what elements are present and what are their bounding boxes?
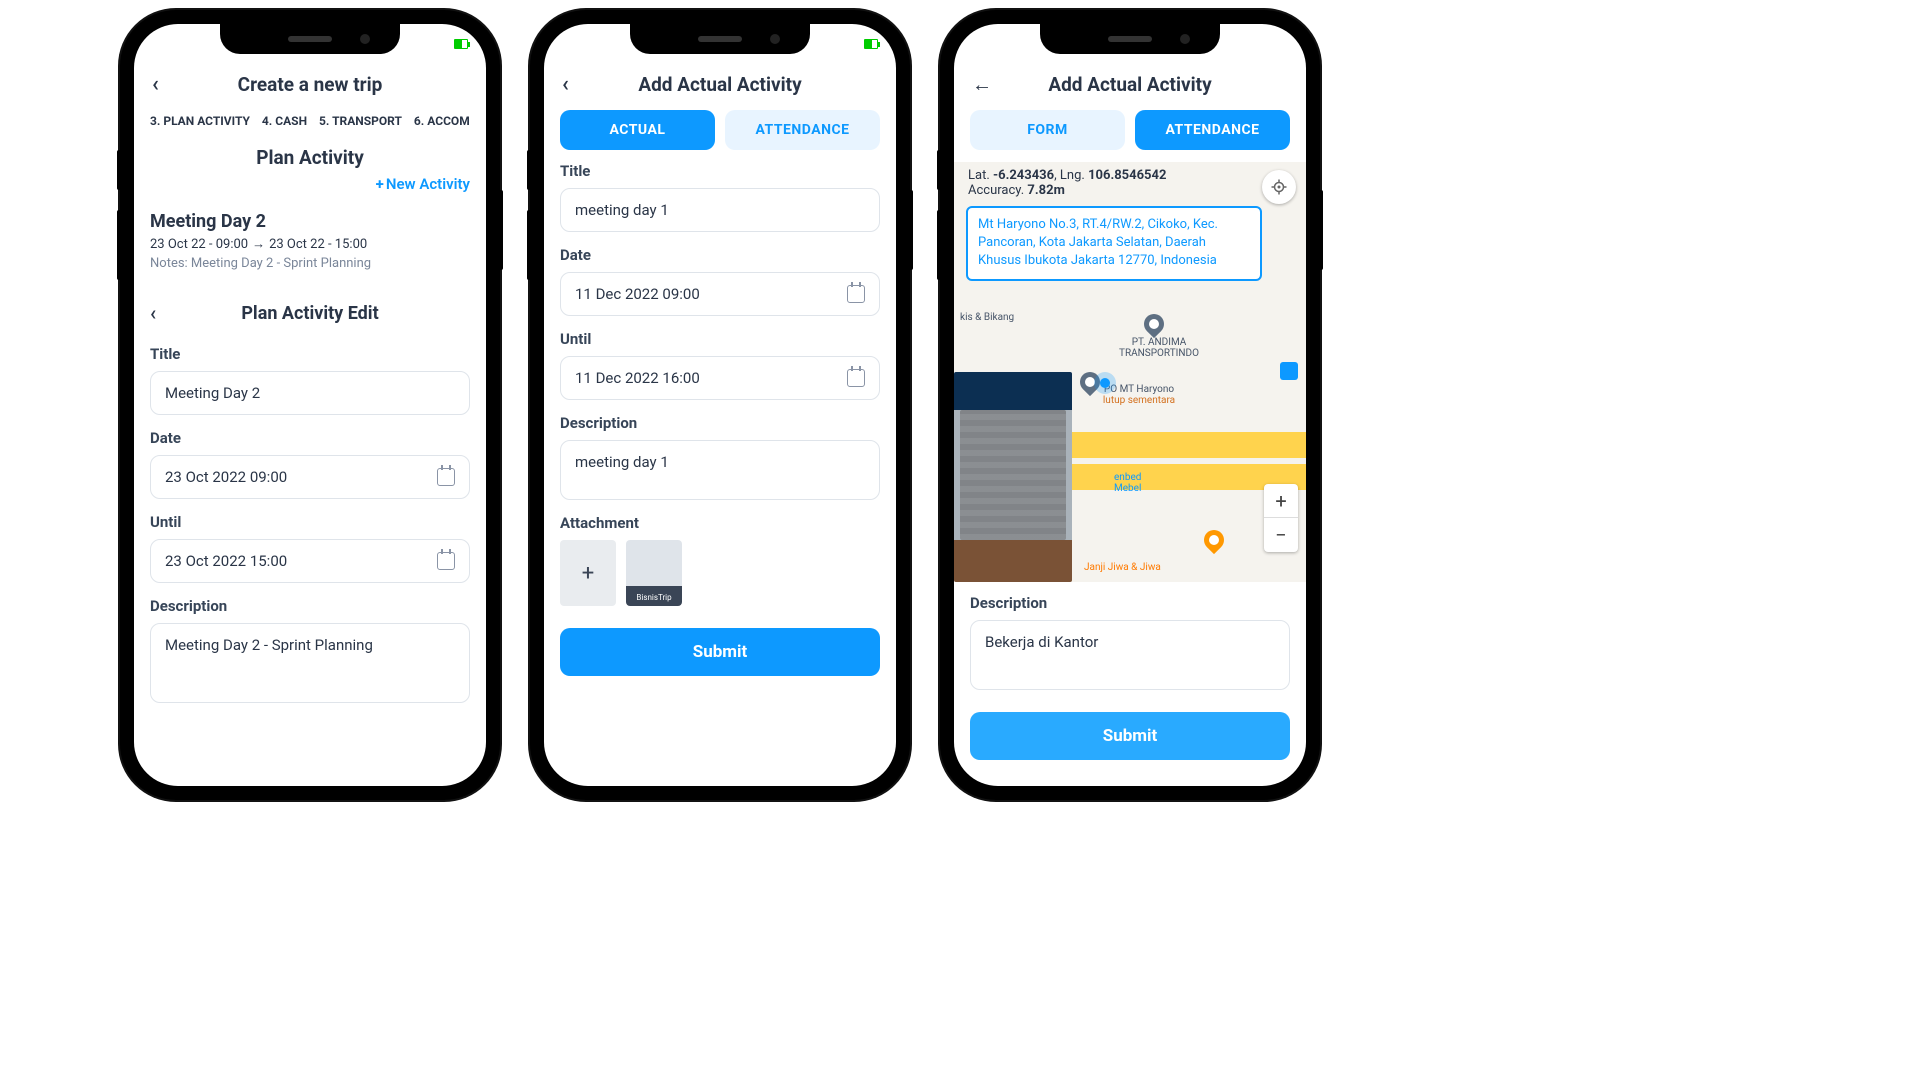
step-6[interactable]: 6. ACCOM [414, 114, 470, 128]
screen: ‹ Add Actual Activity ACTUAL ATTENDANCE … [544, 24, 896, 786]
battery-icon [864, 39, 878, 49]
tabs: FORM ATTENDANCE [970, 110, 1290, 150]
tabs: ACTUAL ATTENDANCE [560, 110, 880, 150]
zoom-out-button[interactable]: − [1264, 518, 1298, 552]
header: ‹ Create a new trip [150, 64, 470, 104]
location-info: Lat. -6.243436, Lng. 106.8546542 Accurac… [968, 168, 1166, 198]
title-label: Title [150, 345, 470, 363]
desc-label: Description [970, 594, 1290, 612]
desc-input[interactable]: Bekerja di Kantor [970, 620, 1290, 690]
battery-icon [454, 39, 468, 49]
title-label: Title [560, 162, 880, 180]
activity-card[interactable]: Meeting Day 2 23 Oct 22 - 09:00→23 Oct 2… [150, 211, 470, 271]
desc-label: Description [150, 597, 470, 615]
edit-back-button[interactable]: ‹ [150, 301, 156, 325]
phone-add-actual: ‹ Add Actual Activity ACTUAL ATTENDANCE … [530, 10, 910, 800]
date-input[interactable]: 23 Oct 2022 09:00 [150, 455, 470, 499]
screen: ‹ Create a new trip 3. PLAN ACTIVITY 4. … [134, 24, 486, 786]
bus-icon [1280, 362, 1298, 380]
header: ← Add Actual Activity [970, 64, 1290, 104]
desc-label: Description [560, 414, 880, 432]
calendar-icon [847, 285, 865, 303]
tab-attendance[interactable]: ATTENDANCE [1135, 110, 1290, 150]
attachment-thumb[interactable]: BisnisTrip [626, 540, 682, 606]
locate-button[interactable] [1262, 170, 1296, 204]
activity-notes: Notes: Meeting Day 2 - Sprint Planning [150, 256, 470, 271]
tab-attendance[interactable]: ATTENDANCE [725, 110, 880, 150]
tab-actual[interactable]: ACTUAL [560, 110, 715, 150]
calendar-icon [437, 552, 455, 570]
header: ‹ Add Actual Activity [560, 64, 880, 104]
new-activity-button[interactable]: +New Activity [150, 175, 470, 193]
page-title: Add Actual Activity [1048, 73, 1211, 96]
map-poi-label: PT. ANDIMA TRANSPORTINDO [1109, 337, 1209, 359]
map-poi-label: enbedMebel [1114, 472, 1141, 494]
attachment-row: + BisnisTrip [560, 540, 880, 606]
until-input[interactable]: 23 Oct 2022 15:00 [150, 539, 470, 583]
phone-attendance: ← Add Actual Activity FORM ATTENDANCE La… [940, 10, 1320, 800]
date-label: Date [150, 429, 470, 447]
map-poi-label: Janji Jiwa & Jiwa [1084, 562, 1161, 573]
until-input[interactable]: 11 Dec 2022 16:00 [560, 356, 880, 400]
page-title: Create a new trip [238, 73, 383, 96]
desc-input[interactable]: meeting day 1 [560, 440, 880, 500]
screen: ← Add Actual Activity FORM ATTENDANCE La… [954, 24, 1306, 786]
submit-button[interactable]: Submit [970, 712, 1290, 760]
map-area[interactable]: Lat. -6.243436, Lng. 106.8546542 Accurac… [954, 162, 1306, 582]
map-marker-icon [1200, 526, 1228, 554]
map-poi-label: kis & Bikang [960, 312, 1014, 323]
zoom-controls: + − [1264, 484, 1298, 552]
page-title: Add Actual Activity [638, 73, 801, 96]
calendar-icon [437, 468, 455, 486]
back-button[interactable]: ‹ [152, 72, 159, 97]
phone-create-trip: ‹ Create a new trip 3. PLAN ACTIVITY 4. … [120, 10, 500, 800]
activity-time: 23 Oct 22 - 09:00→23 Oct 22 - 15:00 [150, 236, 470, 252]
title-input[interactable]: Meeting Day 2 [150, 371, 470, 415]
add-attachment-button[interactable]: + [560, 540, 616, 606]
plus-icon: + [376, 175, 384, 193]
date-input[interactable]: 11 Dec 2022 09:00 [560, 272, 880, 316]
edit-title: Plan Activity Edit [241, 303, 378, 324]
location-dot-icon [1094, 372, 1116, 394]
activity-title: Meeting Day 2 [150, 211, 470, 232]
until-label: Until [560, 330, 880, 348]
calendar-icon [847, 369, 865, 387]
desc-input[interactable]: Meeting Day 2 - Sprint Planning [150, 623, 470, 703]
zoom-in-button[interactable]: + [1264, 484, 1298, 518]
tab-form[interactable]: FORM [970, 110, 1125, 150]
address-box[interactable]: Mt Haryono No.3, RT.4/RW.2, Cikoko, Kec.… [966, 206, 1262, 281]
wizard-steps: 3. PLAN ACTIVITY 4. CASH 5. TRANSPORT 6.… [150, 114, 470, 128]
attach-label: Attachment [560, 514, 880, 532]
section-title: Plan Activity [150, 146, 470, 169]
until-label: Until [150, 513, 470, 531]
map-marker-icon [1140, 310, 1168, 338]
edit-header: ‹ Plan Activity Edit [150, 295, 470, 331]
submit-button[interactable]: Submit [560, 628, 880, 676]
crosshair-icon [1270, 178, 1288, 196]
step-4[interactable]: 4. CASH [262, 114, 307, 128]
title-input[interactable]: meeting day 1 [560, 188, 880, 232]
date-label: Date [560, 246, 880, 264]
photo-preview[interactable] [954, 372, 1072, 582]
back-button[interactable]: ‹ [562, 72, 569, 97]
step-3[interactable]: 3. PLAN ACTIVITY [150, 114, 250, 128]
back-button[interactable]: ← [972, 72, 992, 97]
step-5[interactable]: 5. TRANSPORT [319, 114, 402, 128]
